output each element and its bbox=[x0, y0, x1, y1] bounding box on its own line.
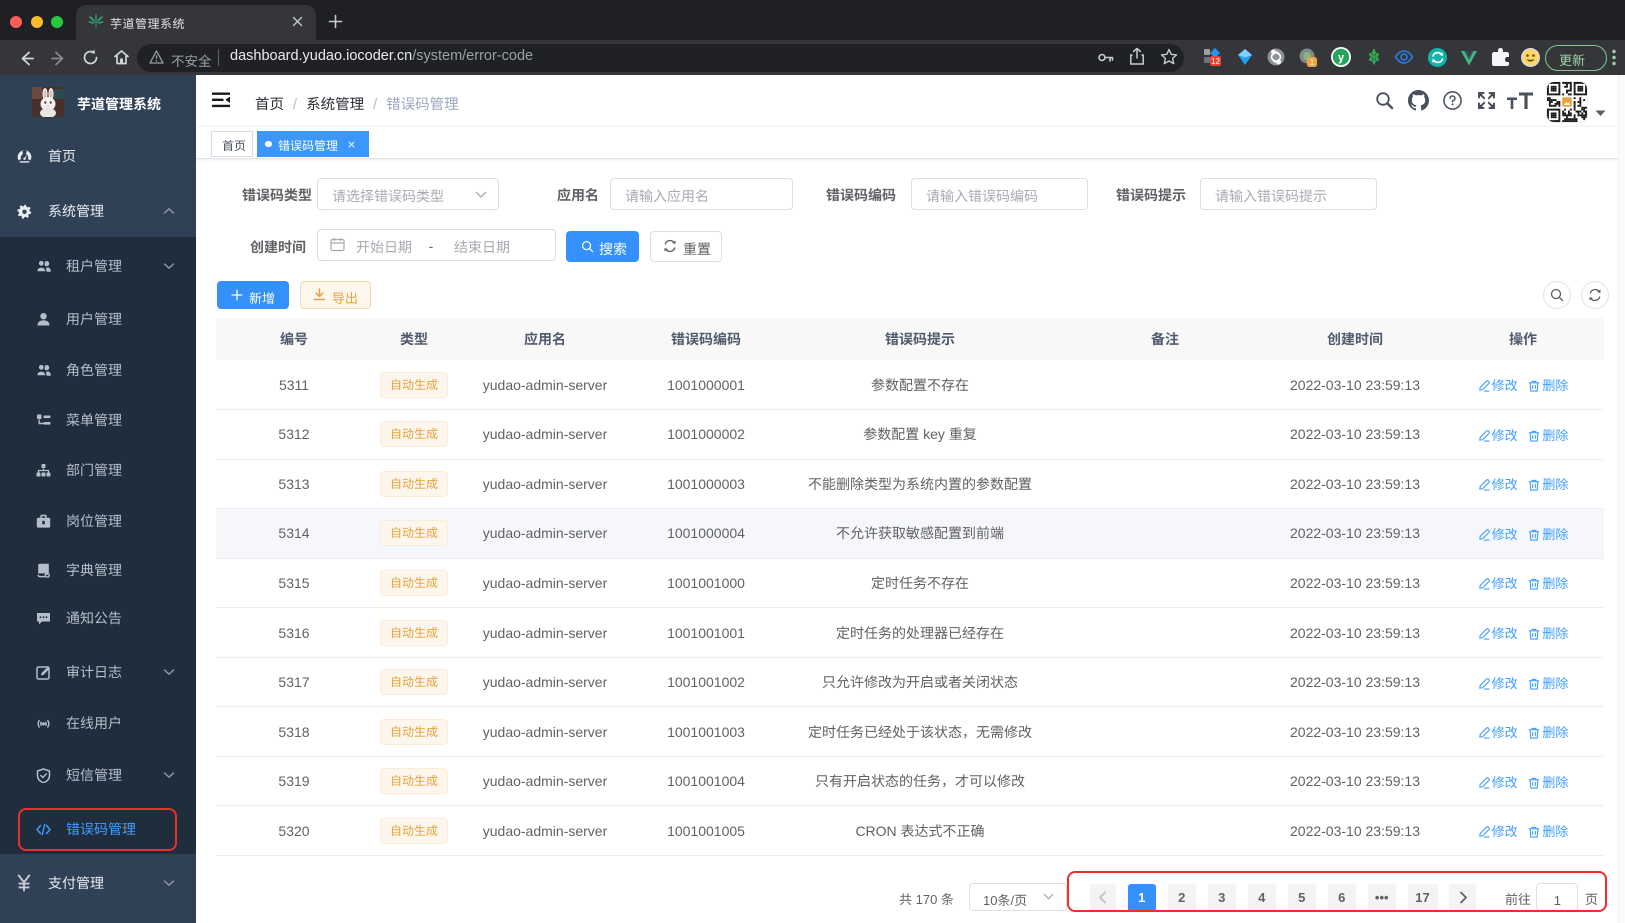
svg-text:y: y bbox=[1338, 52, 1345, 64]
svg-text:1: 1 bbox=[1310, 58, 1315, 67]
svg-text:12: 12 bbox=[1211, 57, 1220, 66]
